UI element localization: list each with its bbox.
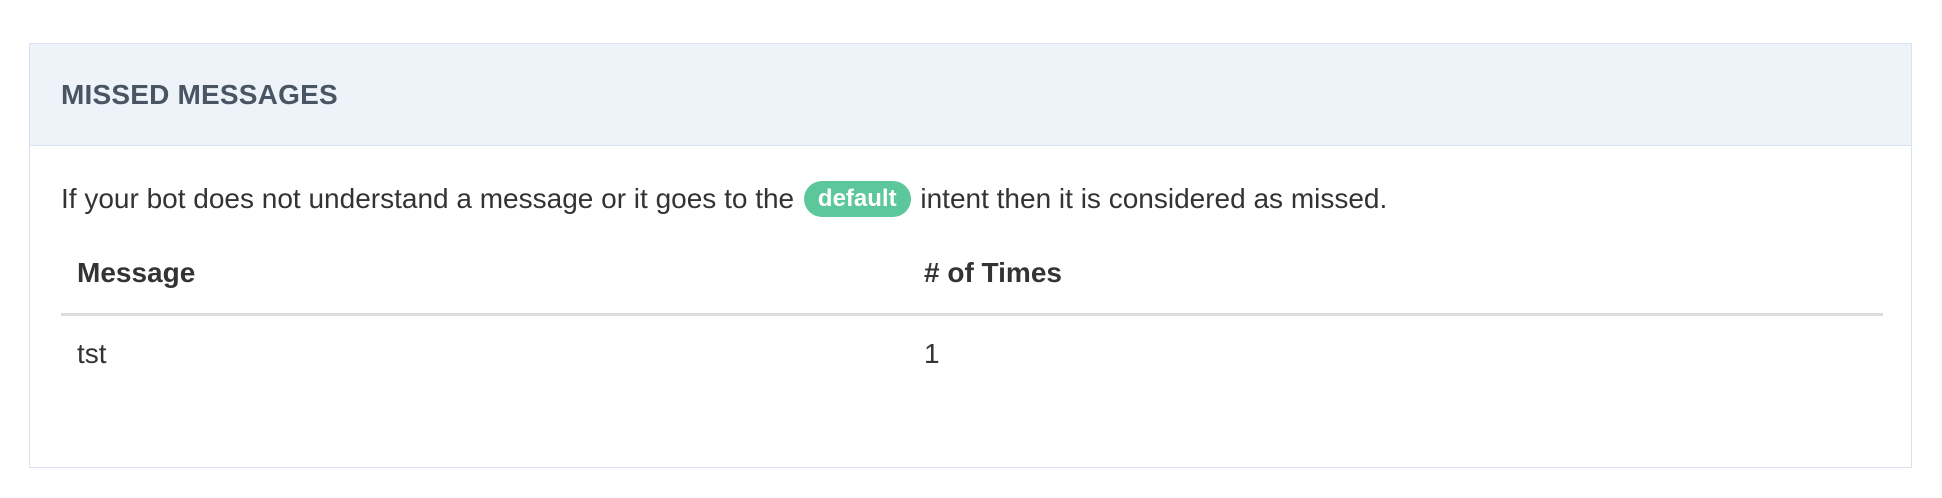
missed-messages-table: Message # of Times tst 1	[61, 244, 1883, 380]
cell-times: 1	[924, 337, 940, 369]
missed-messages-panel: MISSED MESSAGES If your bot does not und…	[29, 43, 1912, 468]
description-text: If your bot does not understand a messag…	[61, 180, 1880, 219]
column-header-message: Message	[61, 244, 908, 316]
description-before: If your bot does not understand a messag…	[61, 183, 795, 214]
description-after: intent then it is considered as missed.	[920, 183, 1388, 214]
table-row: tst 1	[61, 314, 1883, 380]
cell-message: tst	[77, 337, 107, 369]
table-header-row: Message # of Times	[61, 244, 1883, 316]
panel-title: MISSED MESSAGES	[61, 78, 338, 110]
column-header-times: # of Times	[908, 244, 1883, 316]
panel-heading: MISSED MESSAGES	[30, 44, 1911, 146]
panel-body: If your bot does not understand a messag…	[30, 146, 1911, 380]
default-intent-badge: default	[803, 180, 911, 217]
